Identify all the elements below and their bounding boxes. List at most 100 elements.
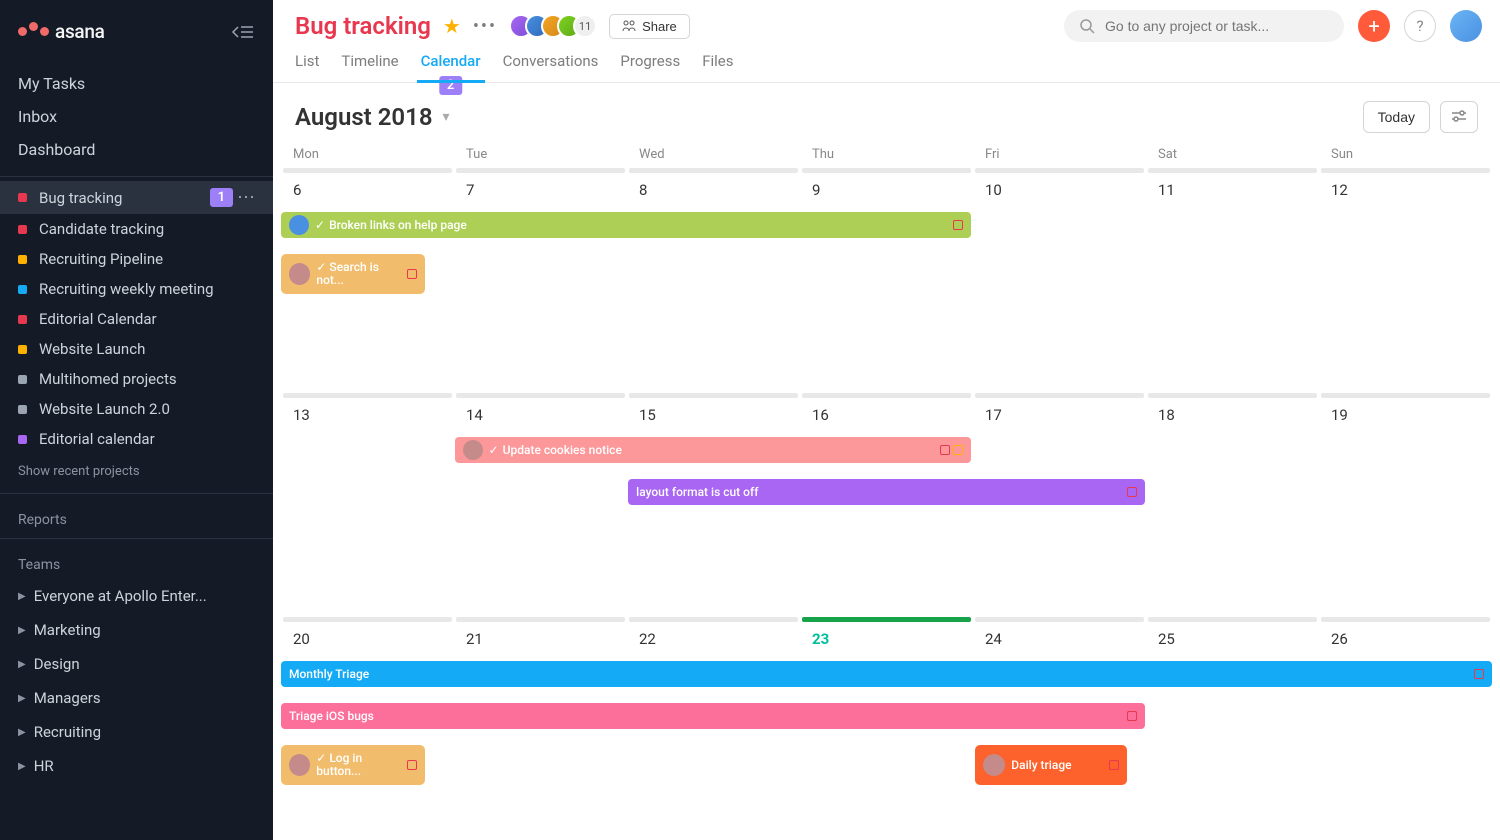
nav-item-inbox[interactable]: Inbox bbox=[0, 100, 273, 133]
task-tag-icon bbox=[1109, 760, 1119, 770]
task-bar[interactable]: layout format is cut off bbox=[628, 479, 1145, 505]
team-item[interactable]: ▶Recruiting bbox=[0, 715, 273, 749]
caret-icon: ▶ bbox=[18, 659, 26, 670]
day-number: 13 bbox=[281, 398, 454, 428]
day-number: 18 bbox=[1146, 398, 1319, 428]
day-cell[interactable]: 11 bbox=[1146, 166, 1319, 391]
task-bar[interactable]: ✓ Update cookies notice bbox=[455, 437, 972, 463]
nav-item-dashboard[interactable]: Dashboard bbox=[0, 133, 273, 166]
day-number: 25 bbox=[1146, 622, 1319, 652]
sidebar-project[interactable]: Multihomed projects bbox=[0, 364, 273, 394]
add-button[interactable]: + bbox=[1358, 10, 1390, 42]
project-label: Website Launch 2.0 bbox=[39, 400, 255, 418]
sidebar-project[interactable]: Recruiting weekly meeting bbox=[0, 274, 273, 304]
topbar: Bug tracking ★ ••• 11 Share + ? bbox=[273, 0, 1500, 42]
sidebar-project[interactable]: Editorial Calendar bbox=[0, 304, 273, 334]
day-number: 7 bbox=[454, 173, 627, 203]
tab-progress[interactable]: Progress bbox=[620, 52, 680, 82]
sidebar-project[interactable]: Candidate tracking bbox=[0, 214, 273, 244]
tab-files[interactable]: Files bbox=[702, 52, 733, 82]
teams-label: Teams bbox=[0, 543, 273, 579]
day-cell[interactable]: 10 bbox=[973, 166, 1146, 391]
task-title: Daily triage bbox=[1011, 759, 1071, 772]
show-recent-projects-link[interactable]: Show recent projects bbox=[0, 454, 273, 489]
assignee-avatar bbox=[289, 215, 309, 235]
assignee-avatar bbox=[289, 263, 310, 285]
user-avatar[interactable] bbox=[1450, 10, 1482, 42]
collapse-sidebar-button[interactable] bbox=[231, 23, 255, 41]
day-cell[interactable]: 9 bbox=[800, 166, 973, 391]
filter-button[interactable] bbox=[1440, 101, 1478, 133]
project-color-dot bbox=[18, 285, 27, 294]
project-list: Bug tracking 1 ⋯ Candidate tracking Recr… bbox=[0, 181, 273, 454]
day-number: 8 bbox=[627, 173, 800, 203]
search-box[interactable] bbox=[1064, 10, 1344, 42]
project-color-dot bbox=[18, 315, 27, 324]
day-cell[interactable]: 26 bbox=[1319, 615, 1492, 840]
help-button[interactable]: ? bbox=[1404, 10, 1436, 42]
day-number: 11 bbox=[1146, 173, 1319, 203]
project-color-dot bbox=[18, 255, 27, 264]
team-item[interactable]: ▶Marketing bbox=[0, 613, 273, 647]
nav-item-my-tasks[interactable]: My Tasks bbox=[0, 67, 273, 100]
tab-list[interactable]: List bbox=[295, 52, 319, 82]
week-row: 20 21 22 23 24 25 26 Monthly Triage Tria… bbox=[279, 615, 1494, 840]
team-item[interactable]: ▶HR bbox=[0, 749, 273, 783]
sliders-icon bbox=[1451, 110, 1467, 122]
sidebar-project[interactable]: Recruiting Pipeline bbox=[0, 244, 273, 274]
task-tag-icon bbox=[1474, 669, 1484, 679]
task-bar[interactable]: Daily triage bbox=[975, 745, 1127, 785]
task-bar[interactable]: Triage iOS bugs bbox=[281, 703, 1145, 729]
task-tag-icon bbox=[407, 760, 417, 770]
team-item[interactable]: ▶ Design bbox=[0, 647, 273, 681]
day-cell[interactable]: 12 bbox=[1319, 166, 1492, 391]
day-cell[interactable]: 13 bbox=[281, 391, 454, 616]
task-bar[interactable]: ✓ Log in button... bbox=[281, 745, 425, 785]
day-cell[interactable]: 14 bbox=[454, 391, 627, 616]
today-button[interactable]: Today bbox=[1363, 101, 1430, 133]
day-cell[interactable]: 25 bbox=[1146, 615, 1319, 840]
month-title: August 2018 bbox=[295, 103, 433, 131]
team-item[interactable]: ▶Managers bbox=[0, 681, 273, 715]
task-bar[interactable]: Monthly Triage bbox=[281, 661, 1492, 687]
logo[interactable]: asana bbox=[18, 20, 105, 43]
tab-timeline[interactable]: Timeline bbox=[341, 52, 398, 82]
day-cell[interactable]: 19 bbox=[1319, 391, 1492, 616]
search-input[interactable] bbox=[1105, 18, 1328, 34]
more-actions-button[interactable]: ••• bbox=[473, 16, 497, 37]
member-avatars[interactable]: 11 bbox=[509, 14, 597, 38]
day-cell[interactable]: 18 bbox=[1146, 391, 1319, 616]
task-bar[interactable]: ✓ Broken links on help page bbox=[281, 212, 971, 238]
project-title[interactable]: Bug tracking bbox=[295, 12, 431, 40]
day-number: 12 bbox=[1319, 173, 1492, 203]
sidebar-project[interactable]: Website Launch 2.0 bbox=[0, 394, 273, 424]
main: Bug tracking ★ ••• 11 Share + ? List Time… bbox=[273, 0, 1500, 840]
check-icon: ✓ bbox=[489, 443, 499, 457]
day-cell[interactable]: 8 bbox=[627, 166, 800, 391]
project-label: Multihomed projects bbox=[39, 370, 255, 388]
team-label: Everyone at Apollo Enter... bbox=[34, 587, 207, 605]
day-cell[interactable]: 7 bbox=[454, 166, 627, 391]
tab-badge: 2 bbox=[439, 76, 462, 95]
day-number: 15 bbox=[627, 398, 800, 428]
month-picker-caret[interactable]: ▾ bbox=[443, 109, 450, 125]
star-icon[interactable]: ★ bbox=[443, 14, 461, 38]
team-item[interactable]: ▶Everyone at Apollo Enter... bbox=[0, 579, 273, 613]
sidebar-project[interactable]: Editorial calendar bbox=[0, 424, 273, 454]
project-color-dot bbox=[18, 225, 27, 234]
dow-label: Fri bbox=[973, 143, 1146, 166]
project-label: Editorial Calendar bbox=[39, 310, 255, 328]
tab-calendar[interactable]: Calendar2 bbox=[421, 52, 481, 82]
project-label: Bug tracking bbox=[39, 189, 202, 207]
tab-conversations[interactable]: Conversations bbox=[503, 52, 599, 82]
sidebar-project[interactable]: Bug tracking 1 ⋯ bbox=[0, 181, 273, 214]
share-button[interactable]: Share bbox=[609, 14, 690, 39]
day-number: 21 bbox=[454, 622, 627, 652]
dow-label: Tue bbox=[454, 143, 627, 166]
member-count: 11 bbox=[573, 14, 597, 38]
project-more-icon[interactable]: ⋯ bbox=[237, 187, 255, 208]
sidebar-project[interactable]: Website Launch bbox=[0, 334, 273, 364]
task-bar[interactable]: ✓ Search is not... bbox=[281, 254, 425, 294]
reports-section[interactable]: Reports bbox=[0, 498, 273, 534]
team-label: Design bbox=[34, 655, 80, 673]
